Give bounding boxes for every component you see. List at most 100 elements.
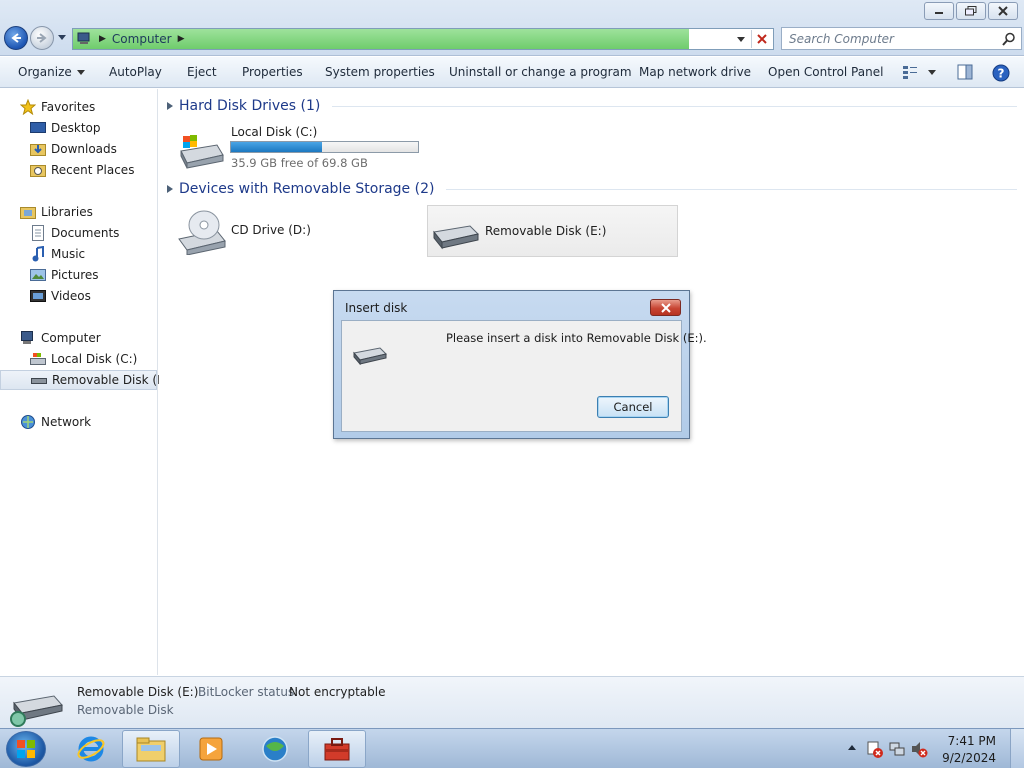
breadcrumb-chevron-icon[interactable]: ▶: [178, 34, 185, 44]
breadcrumb-computer[interactable]: Computer: [112, 32, 172, 46]
nav-pictures[interactable]: Pictures: [0, 265, 157, 285]
action-center-warning-icon[interactable]: [866, 740, 884, 758]
cancel-button[interactable]: Cancel: [597, 396, 669, 418]
removable-drive-icon: [433, 225, 479, 250]
nav-recent-places-label: Recent Places: [51, 163, 135, 177]
cd-drive-tile[interactable]: CD Drive (D:): [175, 205, 425, 257]
nav-pictures-label: Pictures: [51, 268, 99, 282]
group-title-hard-disks: Hard Disk Drives (1): [179, 98, 321, 114]
desktop-icon: [30, 120, 46, 136]
command-bar: Organize AutoPlay Eject Properties Syste…: [0, 57, 1024, 88]
details-bitlocker-label: BitLocker status:: [198, 685, 299, 699]
taskbar-media-player[interactable]: [182, 730, 240, 768]
computer-icon: [77, 32, 90, 44]
removable-drive-icon: [10, 695, 63, 727]
nav-computer[interactable]: Computer: [0, 328, 157, 348]
svg-text:?: ?: [998, 67, 1005, 81]
nav-removable-disk-label: Removable Disk (E:): [52, 373, 174, 387]
organize-menu[interactable]: Organize: [18, 65, 85, 79]
dialog-close-button[interactable]: [650, 299, 681, 316]
nav-removable-disk[interactable]: Removable Disk (E:): [0, 370, 173, 390]
minimize-button[interactable]: [924, 2, 954, 20]
search-input[interactable]: Search Computer: [781, 27, 1022, 50]
stop-button[interactable]: [751, 30, 771, 48]
taskbar-internet-explorer[interactable]: [62, 730, 120, 768]
cd-drive-name: CD Drive (D:): [231, 223, 311, 237]
taskbar-explorer[interactable]: [122, 730, 180, 768]
group-header-removable[interactable]: Devices with Removable Storage (2): [167, 181, 1017, 197]
group-header-hard-disks[interactable]: Hard Disk Drives (1): [167, 98, 1017, 114]
show-desktop-button[interactable]: [1010, 729, 1024, 768]
nav-videos[interactable]: Videos: [0, 286, 157, 306]
nav-desktop[interactable]: Desktop: [0, 118, 157, 138]
dialog-title: Insert disk: [345, 301, 408, 315]
clock-date[interactable]: 9/2/2024: [942, 751, 996, 765]
nav-documents-label: Documents: [51, 226, 120, 240]
view-options-icon: [903, 66, 936, 79]
music-icon: [30, 246, 46, 262]
back-button[interactable]: [4, 26, 28, 50]
breadcrumb-chevron-icon[interactable]: ▶: [99, 34, 106, 44]
details-name: Removable Disk (E:): [77, 685, 199, 699]
nav-music[interactable]: Music: [0, 244, 157, 264]
nav-computer-label: Computer: [41, 331, 101, 345]
search-icon[interactable]: [1002, 32, 1016, 46]
window-title-bar: ▶ Computer ▶ Search Computer: [0, 0, 1024, 56]
pictures-icon: [30, 267, 46, 283]
computer-icon: [20, 330, 36, 346]
volume-muted-icon[interactable]: [910, 740, 928, 758]
recent-pages-dropdown[interactable]: [58, 35, 66, 40]
start-button[interactable]: [6, 731, 46, 767]
nav-favorites[interactable]: Favorites: [0, 97, 157, 117]
toolbox-icon: [324, 738, 350, 761]
collapse-triangle-icon[interactable]: [167, 102, 173, 110]
map-network-drive-button[interactable]: Map network drive: [639, 65, 751, 79]
dialog-body: Please insert a disk into Removable Disk…: [341, 320, 707, 432]
nav-documents[interactable]: Documents: [0, 223, 157, 243]
open-control-panel-button[interactable]: Open Control Panel: [768, 65, 883, 79]
details-type: Removable Disk: [77, 703, 174, 717]
nav-recent-places[interactable]: Recent Places: [0, 160, 157, 180]
nav-desktop-label: Desktop: [51, 121, 101, 135]
network-icon: [20, 414, 36, 430]
eject-button[interactable]: Eject: [187, 65, 217, 79]
taskbar-toolbox-app[interactable]: [308, 730, 366, 768]
local-disk-tile[interactable]: Local Disk (C:) 35.9 GB free of 69.8 GB: [175, 119, 440, 171]
forward-button[interactable]: [30, 26, 54, 50]
properties-button[interactable]: Properties: [242, 65, 303, 79]
recent-places-icon: [30, 162, 46, 178]
windows-logo-icon: [17, 740, 35, 758]
change-view-button[interactable]: [902, 64, 938, 83]
taskbar: 7:41 PM 9/2/2024: [0, 728, 1024, 768]
folder-icon: [136, 737, 166, 762]
show-hidden-icons-button[interactable]: [848, 745, 856, 750]
dialog-message: Please insert a disk into Removable Disk…: [446, 331, 707, 345]
preview-pane-button[interactable]: [957, 64, 973, 83]
help-button[interactable]: ?: [992, 64, 1010, 85]
nav-videos-label: Videos: [51, 289, 91, 303]
group-title-removable: Devices with Removable Storage (2): [179, 181, 435, 197]
nav-local-disk[interactable]: Local Disk (C:): [0, 349, 157, 369]
uninstall-program-button[interactable]: Uninstall or change a program: [449, 65, 632, 79]
system-tray: 7:41 PM 9/2/2024: [844, 729, 1024, 768]
network-status-icon[interactable]: [888, 740, 906, 758]
restore-button[interactable]: [956, 2, 986, 20]
nav-network[interactable]: Network: [0, 412, 157, 432]
nav-downloads[interactable]: Downloads: [0, 139, 157, 159]
downloads-folder-icon: [30, 141, 46, 157]
hard-drive-icon: [180, 135, 224, 169]
close-window-button[interactable]: [988, 2, 1018, 20]
disk-capacity-bar: [230, 141, 419, 153]
nav-libraries[interactable]: Libraries: [0, 202, 157, 222]
collapse-triangle-icon[interactable]: [167, 185, 173, 193]
system-properties-button[interactable]: System properties: [325, 65, 435, 79]
address-history-dropdown[interactable]: [737, 37, 745, 42]
removable-disk-tile[interactable]: Removable Disk (E:): [427, 205, 678, 257]
nav-music-label: Music: [51, 247, 86, 261]
taskbar-network-app[interactable]: [246, 730, 304, 768]
clock-time[interactable]: 7:41 PM: [948, 734, 996, 748]
local-disk-free-space: 35.9 GB free of 69.8 GB: [231, 156, 368, 170]
autoplay-button[interactable]: AutoPlay: [109, 65, 162, 79]
address-bar[interactable]: ▶ Computer ▶: [72, 28, 774, 50]
videos-icon: [30, 288, 46, 304]
